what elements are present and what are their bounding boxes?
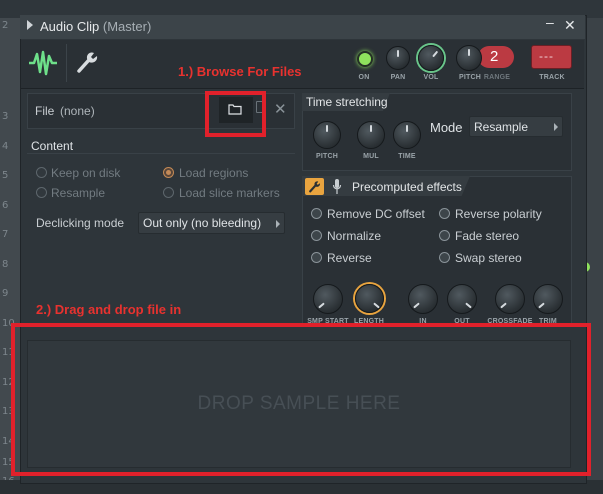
reverse-polarity-label: Reverse polarity <box>455 207 542 221</box>
row-number: 4 <box>2 141 9 152</box>
time-stretching-heading: Time stretching <box>306 95 388 109</box>
toolbar-divider <box>66 44 67 82</box>
pan-label: PAN <box>390 74 406 81</box>
pan-knob[interactable] <box>386 46 410 70</box>
load-regions-radio[interactable] <box>163 167 174 178</box>
remove-dc-offset-label: Remove DC offset <box>327 207 425 221</box>
range-label: RANGE <box>483 74 511 81</box>
reverse-polarity-radio[interactable] <box>439 208 450 219</box>
pitch-range-value: 2 <box>490 48 499 65</box>
track-label: TRACK <box>539 74 565 81</box>
stretch-time-knob[interactable] <box>393 121 421 149</box>
normalize-radio[interactable] <box>311 230 322 241</box>
track-value: --- <box>539 49 554 63</box>
crossfade-knob[interactable] <box>495 284 525 314</box>
content-heading: Content <box>31 139 74 153</box>
fade-stereo-label: Fade stereo <box>455 229 520 243</box>
row-number: 3 <box>2 111 9 122</box>
window-menu-arrow-icon[interactable] <box>27 20 33 30</box>
pitch-label: PITCH <box>459 74 481 81</box>
declicking-mode-value: Out only (no bleeding) <box>143 216 262 230</box>
wrench-icon <box>309 181 320 193</box>
window-title-text: Audio Clip <box>40 19 100 34</box>
row-number: 6 <box>2 200 9 211</box>
pitch-knob[interactable] <box>456 45 482 71</box>
row-number: 9 <box>2 288 9 299</box>
load-regions-label: Load regions <box>179 166 249 180</box>
content-divider <box>27 153 295 154</box>
annotation-browse: 1.) Browse For Files <box>178 64 302 79</box>
chevron-right-icon <box>554 123 558 131</box>
length-knob[interactable] <box>355 284 384 313</box>
window-title: Audio Clip (Master) <box>40 19 151 34</box>
file-value: (none) <box>60 104 95 118</box>
swap-stereo-label: Swap stereo <box>455 251 522 265</box>
wrench-icon[interactable] <box>76 50 98 74</box>
chevron-right-icon <box>276 220 280 228</box>
close-button[interactable]: ✕ <box>564 17 576 34</box>
on-label: ON <box>358 74 370 81</box>
in-knob[interactable] <box>408 284 438 314</box>
keep-on-disk-radio[interactable] <box>36 167 47 178</box>
smp-start-knob[interactable] <box>313 284 343 314</box>
keep-on-disk-label: Keep on disk <box>51 166 121 180</box>
volume-knob[interactable] <box>418 45 444 71</box>
mode-dropdown[interactable]: Resample <box>469 116 563 137</box>
declicking-mode-label: Declicking mode <box>36 216 125 230</box>
vol-label: VOL <box>423 74 439 81</box>
row-number: 5 <box>2 170 9 181</box>
fade-stereo-radio[interactable] <box>439 230 450 241</box>
file-label: File <box>35 104 55 118</box>
mode-label: Mode <box>430 120 463 135</box>
window-subtitle: (Master) <box>102 19 152 34</box>
microphone-icon[interactable] <box>332 178 342 195</box>
swap-stereo-radio[interactable] <box>439 252 450 263</box>
waveform-icon[interactable] <box>28 50 58 76</box>
minimize-button[interactable]: – <box>546 14 554 30</box>
load-slice-markers-radio[interactable] <box>163 187 174 198</box>
stretch-pitch-knob[interactable] <box>313 121 341 149</box>
stretch-pitch-label: PITCH <box>316 153 338 160</box>
out-knob[interactable] <box>447 284 477 314</box>
declicking-mode-dropdown[interactable]: Out only (no bleeding) <box>138 212 285 234</box>
drop-highlight-box <box>11 323 591 476</box>
stretch-time-label: TIME <box>398 153 416 160</box>
row-number: 8 <box>2 259 9 270</box>
browse-highlight-box <box>205 91 266 137</box>
stretch-mul-label: MUL <box>363 153 379 160</box>
reverse-radio[interactable] <box>311 252 322 263</box>
precomputed-effects-heading: Precomputed effects <box>352 180 462 194</box>
resample-label: Resample <box>51 186 106 200</box>
stretch-mul-knob[interactable] <box>357 121 385 149</box>
annotation-drag: 2.) Drag and drop file in <box>36 302 182 317</box>
load-slice-markers-label: Load slice markers <box>179 186 280 200</box>
normalize-label: Normalize <box>327 229 382 243</box>
mode-value: Resample <box>474 120 529 134</box>
remove-dc-offset-radio[interactable] <box>311 208 322 219</box>
row-number: 7 <box>2 229 9 240</box>
trim-knob[interactable] <box>533 284 563 314</box>
reverse-label: Reverse <box>327 251 372 265</box>
clear-file-icon[interactable]: ✕ <box>274 100 287 118</box>
resample-radio[interactable] <box>36 187 47 198</box>
on-led-icon[interactable] <box>357 51 373 67</box>
row-number: 2 <box>2 20 9 31</box>
